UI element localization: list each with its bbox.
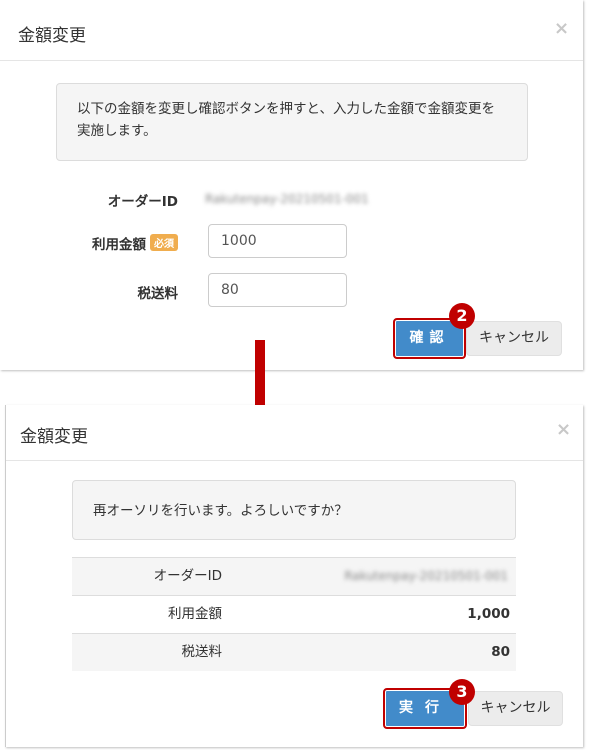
table-row: 税送料 80 [72, 633, 516, 671]
shipping-input[interactable]: 80 [208, 273, 347, 307]
row-value: 1,000 [467, 606, 510, 622]
cancel-button[interactable]: キャンセル [466, 321, 562, 356]
order-id-label: オーダーID [107, 194, 178, 210]
confirmation-table: オーダーID Rakutenpay-20210501-001 利用金額 1,00… [72, 557, 516, 671]
amount-label-text: 利用金額 [92, 237, 146, 253]
close-icon[interactable]: × [556, 419, 571, 440]
cancel-button[interactable]: キャンセル [468, 691, 563, 726]
amount-change-dialog-confirm: 金額変更 × 再オーソリを行います。よろしいですか？ オーダーID Rakute… [5, 405, 583, 747]
required-badge: 必須 [150, 234, 178, 251]
notice-box: 再オーソリを行います。よろしいですか？ [72, 480, 516, 540]
row-label: 税送料 [181, 644, 223, 660]
order-id-value: Rakutenpay-20210501-001 [205, 192, 369, 206]
row-label: オーダーID [153, 568, 222, 584]
row-value: 80 [491, 644, 510, 660]
table-row: オーダーID Rakutenpay-20210501-001 [72, 557, 516, 595]
dialog-title: 金額変更 [20, 427, 88, 447]
close-icon[interactable]: × [554, 18, 569, 39]
amount-label: 利用金額 必須 [40, 233, 178, 253]
row-value: Rakutenpay-20210501-001 [344, 569, 508, 583]
dialog-title: 金額変更 [18, 26, 86, 46]
amount-input[interactable]: 1000 [208, 224, 347, 258]
table-row: 利用金額 1,000 [72, 595, 516, 633]
row-label: 利用金額 [168, 606, 222, 622]
step-marker-2: 2 [449, 303, 475, 329]
amount-change-dialog-input: 金額変更 × 以下の金額を変更し確認ボタンを押すと、入力した金額で金額変更を実施… [0, 0, 583, 370]
shipping-label: 税送料 [137, 286, 179, 302]
header-divider [0, 60, 583, 61]
notice-box: 以下の金額を変更し確認ボタンを押すと、入力した金額で金額変更を実施します。 [56, 83, 528, 161]
header-divider [6, 460, 583, 461]
step-marker-3: 3 [449, 679, 475, 705]
